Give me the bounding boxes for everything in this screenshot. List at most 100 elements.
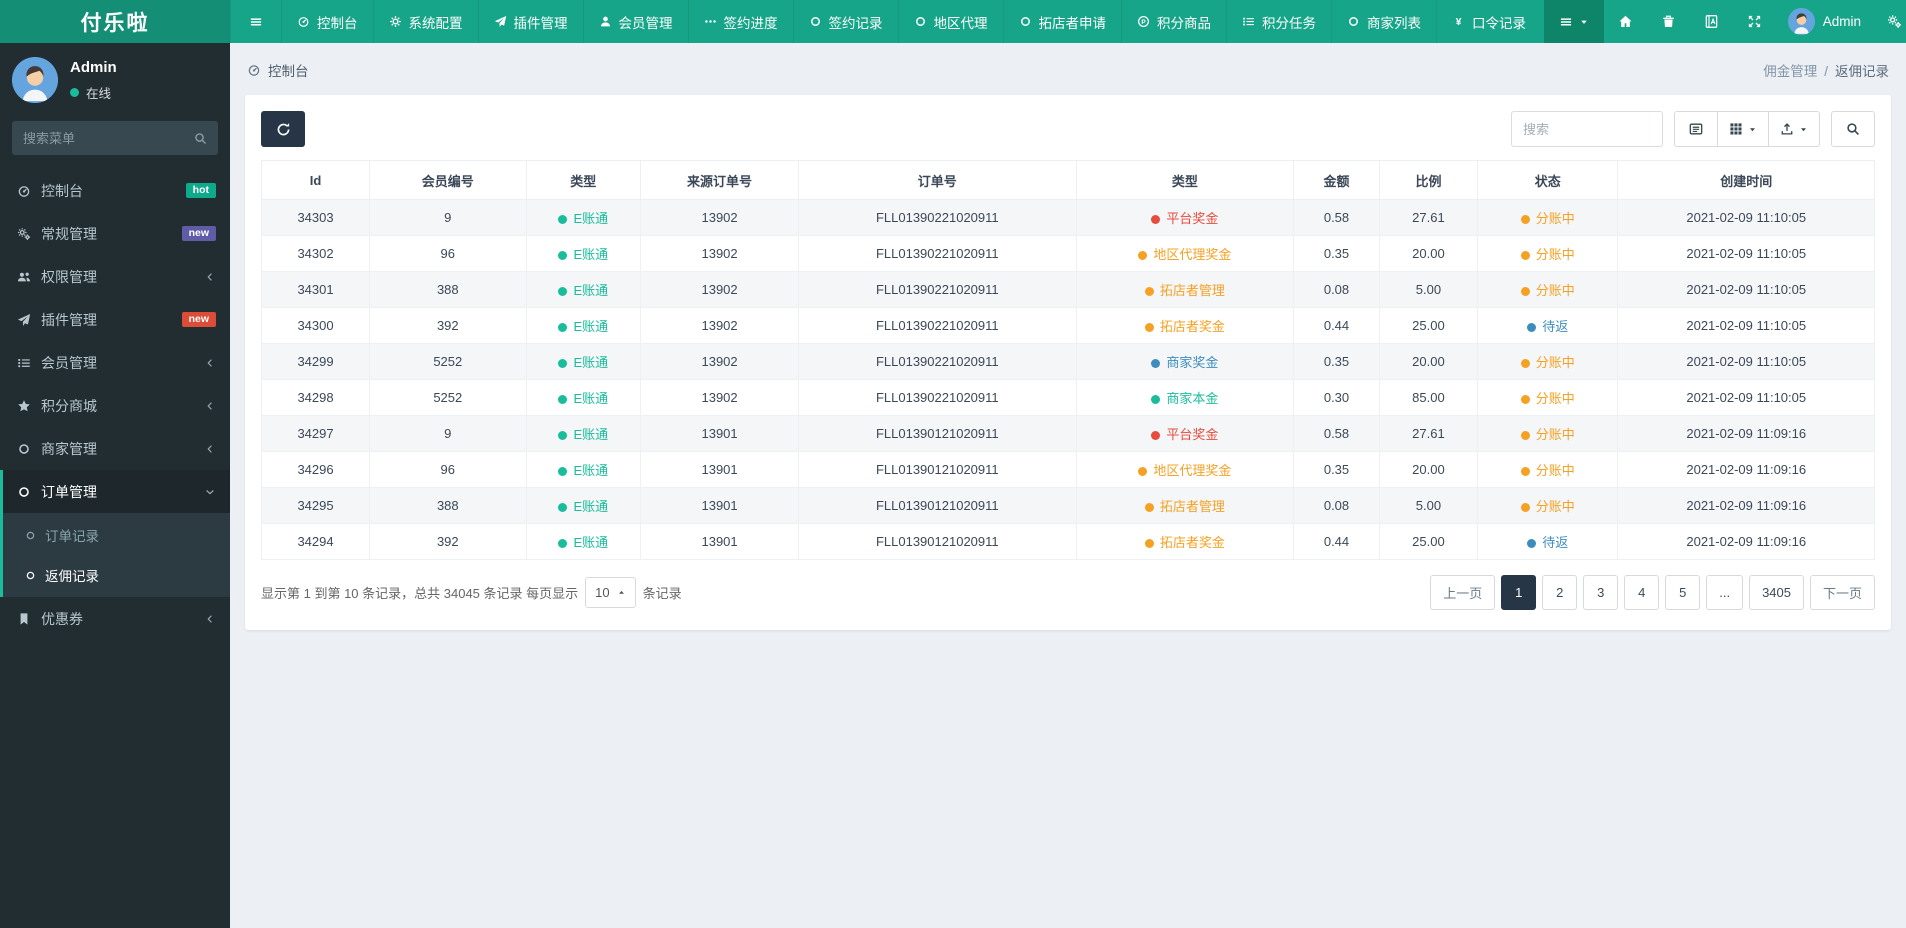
- menu-search-input[interactable]: [23, 130, 194, 146]
- sidebar-item-label: 插件管理: [41, 311, 97, 328]
- sidebar-item-link[interactable]: 权限管理: [3, 255, 230, 298]
- navbar-item[interactable]: 积分任务: [1226, 0, 1331, 43]
- sidebar-item-link[interactable]: 优惠券: [3, 597, 230, 640]
- table-card: Id会员编号类型来源订单号订单号类型金额比例状态创建时间 343039E账通13…: [245, 95, 1891, 630]
- sidebar-item-link[interactable]: 控制台 hot: [3, 169, 230, 212]
- table-cell: E账通: [525, 199, 642, 236]
- status-dot: [1138, 467, 1148, 476]
- status-dot: [1527, 539, 1537, 548]
- navbar-item[interactable]: 商家列表: [1331, 0, 1436, 43]
- table-cell: FLL01390121020911: [798, 415, 1077, 452]
- table-cell: 拓店者管理: [1075, 487, 1295, 524]
- sidebar-toggle-button[interactable]: [230, 0, 281, 43]
- paper-plane-icon: [17, 313, 41, 327]
- table-cell: 5252: [369, 343, 527, 380]
- table-cell: 27.61: [1378, 415, 1479, 452]
- sidebar-item-label: 商家管理: [41, 440, 97, 457]
- view-toggle-dropdown[interactable]: [1543, 0, 1604, 43]
- table-cell: 2021-02-09 11:10:05: [1617, 307, 1875, 344]
- avatar: [1787, 8, 1815, 35]
- user-name: Admin: [1822, 14, 1861, 29]
- navbar-item[interactable]: 地区代理: [897, 0, 1003, 43]
- refresh-button[interactable]: [261, 111, 305, 147]
- search-icon: [194, 132, 207, 145]
- circle-icon: [1019, 15, 1032, 28]
- sidebar-item: 积分商城: [0, 384, 230, 427]
- pagination: 上一页 1 2 3 4 5... 3405 下一页: [1430, 575, 1875, 610]
- page-button[interactable]: 4: [1624, 575, 1660, 610]
- sidebar-item-link[interactable]: 商家管理: [3, 427, 230, 470]
- home-icon: [1618, 14, 1633, 29]
- bookmark-icon: [17, 612, 41, 626]
- sidebar-item-label: 积分商城: [41, 397, 97, 414]
- page-button[interactable]: 5: [1665, 575, 1701, 610]
- table-cell: E账通: [525, 523, 642, 560]
- status-dot: [558, 431, 568, 440]
- home-button[interactable]: [1604, 0, 1647, 43]
- sidebar-item-link[interactable]: 会员管理: [3, 341, 230, 384]
- page-button[interactable]: 3: [1583, 575, 1619, 610]
- dashboard-icon: [297, 15, 310, 28]
- navbar-item[interactable]: ¥ 口令记录: [1436, 0, 1541, 43]
- table-header-row: Id 会员编号 类型 来源订单号 订单号 类型 金额 比例 状态 创建时间: [260, 160, 1875, 200]
- trash-icon: [1661, 14, 1676, 29]
- sidebar-item-link[interactable]: 插件管理 new: [3, 298, 230, 341]
- status-dot: [1144, 287, 1154, 296]
- table-cell: 392: [369, 307, 527, 344]
- table-cell: 拓店者管理: [1075, 271, 1295, 308]
- table-search-input[interactable]: [1511, 111, 1663, 147]
- language-button[interactable]: [1690, 0, 1733, 43]
- table-cell: E账通: [525, 487, 642, 524]
- detail-view-button[interactable]: [1674, 111, 1718, 147]
- page-size-dropdown[interactable]: 10: [585, 577, 636, 608]
- columns-button[interactable]: [1717, 111, 1769, 147]
- page-button[interactable]: 2: [1542, 575, 1578, 610]
- page-button[interactable]: 3405: [1749, 575, 1804, 610]
- sidebar-item-link[interactable]: 积分商城: [3, 384, 230, 427]
- sidebar-item-link[interactable]: 常规管理 new: [3, 212, 230, 255]
- navbar-item[interactable]: 系统配置: [372, 0, 478, 43]
- breadcrumb-parent[interactable]: 佣金管理: [1763, 64, 1817, 79]
- column-header: 金额: [1293, 160, 1380, 200]
- navbar-item[interactable]: 控制台: [281, 0, 373, 43]
- list-icon: [1559, 15, 1573, 29]
- submenu-item[interactable]: 返佣记录: [3, 555, 230, 595]
- circle-icon: [914, 15, 927, 28]
- table-cell: 2021-02-09 11:10:05: [1617, 343, 1875, 380]
- navbar-item[interactable]: P 积分商品: [1121, 0, 1226, 43]
- app-logo[interactable]: 付乐啦: [0, 0, 230, 43]
- language-icon: [1704, 14, 1719, 29]
- circle-icon: [17, 442, 41, 456]
- navbar-item[interactable]: 拓店者申请: [1002, 0, 1122, 43]
- fullscreen-button[interactable]: [1733, 0, 1776, 43]
- navbar-item[interactable]: 签约进度: [687, 0, 793, 43]
- sidebar-item-link[interactable]: 订单管理: [3, 470, 230, 513]
- navbar-item-label: 签约进度: [723, 15, 778, 31]
- navbar-item[interactable]: 插件管理: [477, 0, 583, 43]
- user-menu[interactable]: Admin: [1776, 0, 1873, 43]
- table-cell: E账通: [525, 415, 642, 452]
- column-header: 会员编号: [369, 160, 527, 200]
- page-button[interactable]: ...: [1706, 575, 1744, 610]
- submenu-item[interactable]: 订单记录: [3, 515, 230, 555]
- page-button[interactable]: 上一页: [1430, 575, 1496, 610]
- clear-cache-button[interactable]: [1647, 0, 1690, 43]
- table-cell: 待返: [1477, 523, 1619, 560]
- settings-button[interactable]: [1873, 0, 1906, 43]
- export-button[interactable]: [1768, 111, 1820, 147]
- table-cell: 2021-02-09 11:10:05: [1617, 199, 1875, 236]
- status-dot: [558, 251, 568, 260]
- status-dot: [1151, 395, 1161, 404]
- search-button[interactable]: [1831, 111, 1875, 147]
- online-dot: [70, 87, 79, 97]
- user-profile: Admin 在线: [0, 43, 230, 113]
- navbar-item[interactable]: 签约记录: [792, 0, 898, 43]
- submenu-item-label: 返佣记录: [45, 569, 99, 584]
- table-cell: 34297: [260, 415, 371, 452]
- navbar-item[interactable]: 会员管理: [582, 0, 688, 43]
- chevron-left-icon: [204, 613, 216, 625]
- table-cell: 13901: [640, 415, 800, 452]
- page-button[interactable]: 1: [1501, 575, 1537, 610]
- table-cell: 5.00: [1378, 487, 1479, 524]
- page-button[interactable]: 下一页: [1809, 575, 1875, 610]
